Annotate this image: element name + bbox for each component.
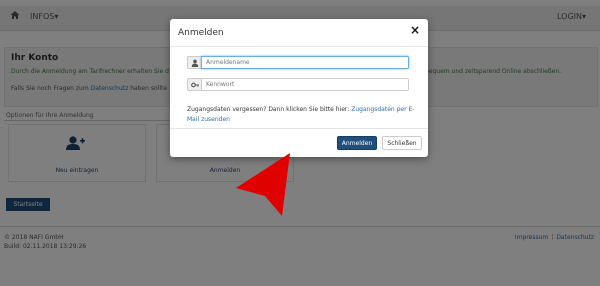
modal-close-button[interactable]: Schließen [382, 136, 422, 150]
modal-footer-divider [170, 128, 428, 129]
login-submit-button[interactable]: Anmelden [337, 136, 377, 150]
password-input[interactable] [201, 78, 409, 91]
login-modal: Anmelden × Zugangsdaten vergessen? Dann … [170, 19, 428, 157]
username-field [187, 56, 409, 69]
close-icon[interactable]: × [410, 24, 420, 36]
modal-header-divider [170, 46, 428, 47]
user-icon [187, 56, 202, 69]
password-field [187, 78, 409, 91]
key-icon [187, 78, 202, 91]
username-input[interactable] [201, 56, 409, 69]
forgot-credentials-text: Zugangsdaten vergessen? Dann klicken Sie… [187, 106, 415, 123]
modal-title: Anmelden [178, 28, 224, 38]
